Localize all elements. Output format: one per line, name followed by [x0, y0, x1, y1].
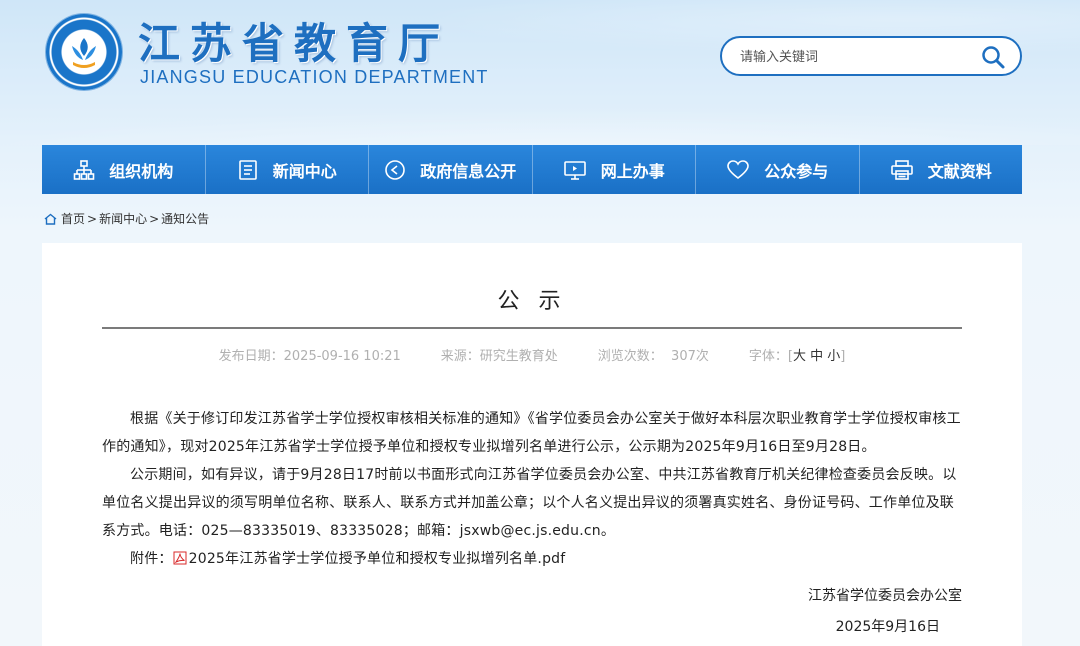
attachment-link[interactable]: 2025年江苏省学士学位授予单位和授权专业拟增列名单.pdf — [173, 551, 566, 567]
attachment-label: 附件： — [130, 551, 173, 567]
nav-item-public-participation[interactable]: 公众参与 — [696, 145, 860, 194]
breadcrumb: 首页 > 新闻中心 > 通知公告 — [44, 210, 209, 227]
nav-label: 政府信息公开 — [420, 161, 517, 181]
search-icon[interactable] — [980, 44, 1006, 70]
attachment-row: 附件： 2025年江苏省学士学位授予单位和授权专业拟增列名单.pdf — [102, 545, 962, 573]
main-nav: 组织机构 新闻中心 政府信息公开 网上办事 公众参与 文献资料 — [42, 145, 1022, 194]
breadcrumb-home[interactable]: 首页 — [61, 210, 85, 227]
breadcrumb-news-center[interactable]: 新闻中心 — [99, 210, 147, 227]
site-title: 江苏省教育厅 — [138, 19, 451, 68]
nav-label: 组织机构 — [109, 161, 174, 181]
pdf-icon — [173, 547, 187, 565]
title-divider — [102, 327, 962, 329]
nav-label: 网上办事 — [600, 161, 665, 181]
nav-item-documents[interactable]: 文献资料 — [860, 145, 1023, 194]
paragraph-basis: 根据《关于修订印发江苏省学士学位授权审核相关标准的通知》《省学位委员会办公室关于… — [102, 411, 961, 455]
article-panel: 公 示 发布日期：2025-09-16 10:21 来源：研究生教育处 浏览次数： … — [42, 243, 1022, 646]
target-icon — [384, 159, 406, 181]
site-logo[interactable] — [46, 14, 122, 90]
signature-date: 2025年9月16日 — [835, 619, 940, 635]
publish-date: 发布日期：2025-09-16 10:21 — [218, 349, 401, 364]
site-subtitle: JIANGSU EDUCATION DEPARTMENT — [140, 67, 489, 87]
font-size-medium[interactable]: 中 — [810, 349, 823, 364]
document-icon — [237, 159, 259, 181]
article-source: 来源：研究生教育处 — [440, 349, 558, 364]
nav-item-news[interactable]: 新闻中心 — [206, 145, 369, 194]
article-title: 公 示 — [497, 289, 567, 314]
breadcrumb-separator: > — [87, 211, 98, 226]
search-input[interactable] — [740, 46, 960, 68]
nav-item-online-service[interactable]: 网上办事 — [533, 145, 696, 194]
org-chart-icon — [73, 159, 95, 181]
search-box — [720, 36, 1022, 76]
paragraph-objection: 公示期间，如有异议，请于9月28日17时前以书面形式向江苏省学位委员会办公室、中… — [102, 467, 957, 539]
printer-icon — [890, 159, 914, 181]
attachment-name: 2025年江苏省学士学位授予单位和授权专业拟增列名单.pdf — [188, 551, 566, 567]
breadcrumb-separator: > — [149, 211, 160, 226]
heart-icon — [726, 159, 750, 181]
logo-emblem-icon — [72, 38, 96, 68]
breadcrumb-notices[interactable]: 通知公告 — [161, 210, 209, 227]
home-icon — [44, 213, 57, 225]
nav-label: 文献资料 — [927, 161, 992, 181]
signature-organization: 江苏省学位委员会办公室 — [808, 588, 962, 604]
article-meta: 发布日期：2025-09-16 10:21 来源：研究生教育处 浏览次数： 307次… — [218, 349, 846, 364]
nav-item-gov-info[interactable]: 政府信息公开 — [369, 145, 533, 194]
nav-label: 公众参与 — [764, 161, 829, 181]
nav-label: 新闻中心 — [272, 161, 337, 181]
monitor-icon — [563, 159, 587, 181]
font-size-label: 字体： — [748, 349, 788, 364]
article-body: 根据《关于修订印发江苏省学士学位授权审核相关标准的通知》《省学位委员会办公室关于… — [102, 405, 962, 573]
font-size-large[interactable]: 大 — [793, 349, 806, 364]
nav-item-organization[interactable]: 组织机构 — [42, 145, 206, 194]
view-count: 浏览次数： 307次 — [597, 349, 709, 364]
font-size-small[interactable]: 小 — [827, 349, 840, 364]
